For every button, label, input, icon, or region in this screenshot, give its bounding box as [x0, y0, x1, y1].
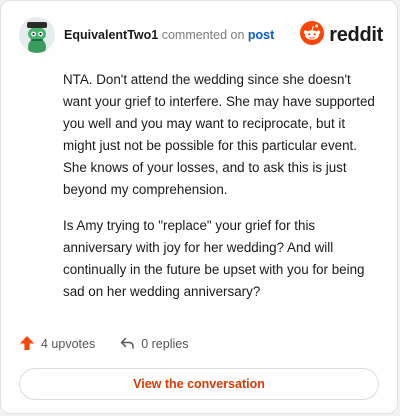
comment-stats: 4 upvotes 0 replies — [19, 333, 188, 355]
action-text: commented on — [158, 28, 248, 42]
snoo-avatar-icon[interactable] — [19, 17, 55, 53]
upvotes-stat[interactable]: 4 upvotes — [19, 335, 95, 354]
username-link[interactable]: EquivalentTwo1 — [64, 28, 158, 42]
reddit-logo-icon — [300, 20, 325, 50]
upvotes-count: 4 upvotes — [41, 337, 96, 351]
post-link[interactable]: post — [248, 28, 274, 42]
reddit-brand[interactable]: reddit — [300, 20, 383, 50]
upvote-arrow-icon — [19, 335, 41, 354]
brand-wordmark: reddit — [329, 23, 383, 46]
comment-header: EquivalentTwo1 commented on post reddit — [19, 15, 383, 55]
reply-arrow-icon — [119, 335, 141, 354]
comment-attribution: EquivalentTwo1 commented on post — [64, 28, 274, 42]
comment-body: NTA. Don't attend the wedding since she … — [63, 69, 379, 317]
view-conversation-button[interactable]: View the conversation — [19, 368, 379, 400]
replies-stat[interactable]: 0 replies — [119, 335, 188, 354]
comment-paragraph: NTA. Don't attend the wedding since she … — [63, 72, 375, 197]
comment-paragraph: Is Amy trying to "replace" your grief fo… — [63, 218, 365, 299]
embedded-comment-card: EquivalentTwo1 commented on post reddit — [0, 0, 398, 414]
replies-count: 0 replies — [141, 337, 189, 351]
